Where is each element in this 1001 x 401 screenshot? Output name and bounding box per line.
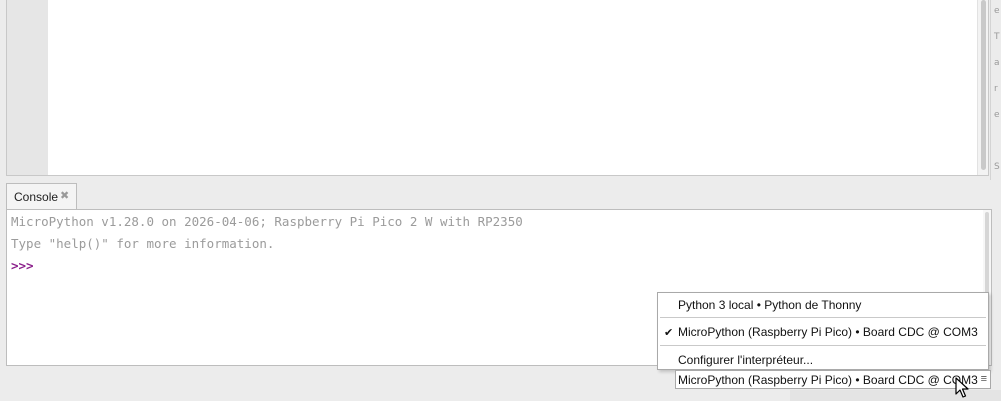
tab-console[interactable]: Console ✖ bbox=[6, 183, 78, 209]
side-panel-glyph: e bbox=[994, 6, 1000, 16]
console-prompt[interactable]: >>> bbox=[11, 258, 34, 273]
side-panel-glyph: T bbox=[994, 32, 1000, 42]
menu-item-label: Python 3 local • Python de Thonny bbox=[678, 298, 862, 312]
line-number-gutter bbox=[7, 0, 48, 175]
menu-separator bbox=[660, 345, 986, 346]
console-output-line: Type "help()" for more information. bbox=[11, 236, 275, 251]
status-bar-background bbox=[790, 390, 1001, 401]
side-panel-glyph: S bbox=[994, 162, 1000, 172]
checkmark-icon: ✔ bbox=[664, 326, 674, 339]
thonny-window: e T a r e S Console ✖ MicroPython v1.28.… bbox=[0, 0, 1001, 401]
interpreter-menu: Python 3 local • Python de Thonny ✔ Micr… bbox=[657, 292, 989, 370]
side-panel-glyph: e bbox=[994, 110, 1000, 120]
console-output-line: MicroPython v1.28.0 on 2026-04-06; Raspb… bbox=[11, 214, 523, 229]
editor-scrollbar[interactable] bbox=[977, 0, 988, 175]
close-icon[interactable]: ✖ bbox=[60, 191, 69, 202]
side-panel-edge: e T a r e S bbox=[990, 0, 1001, 180]
menu-item-configure-interpreter[interactable]: Configurer l'interpréteur... bbox=[658, 349, 988, 371]
menu-item-label: Configurer l'interpréteur... bbox=[678, 353, 814, 367]
editor-scrollbar-thumb[interactable] bbox=[981, 0, 986, 170]
code-editor[interactable] bbox=[6, 0, 989, 176]
menu-item-python3-local[interactable]: Python 3 local • Python de Thonny bbox=[658, 294, 988, 316]
hamburger-menu-icon[interactable]: ≡ bbox=[981, 373, 987, 385]
interpreter-selector[interactable]: MicroPython (Raspberry Pi Pico) • Board … bbox=[675, 370, 991, 389]
menu-item-micropython-pico[interactable]: ✔ MicroPython (Raspberry Pi Pico) • Boar… bbox=[658, 321, 988, 343]
menu-separator bbox=[660, 317, 986, 318]
menu-item-label: MicroPython (Raspberry Pi Pico) • Board … bbox=[678, 325, 978, 339]
side-panel-glyph: a bbox=[994, 58, 1000, 68]
side-panel-glyph: r bbox=[994, 84, 998, 94]
interpreter-selector-label: MicroPython (Raspberry Pi Pico) • Board … bbox=[678, 372, 978, 387]
tab-console-label: Console bbox=[14, 189, 59, 204]
mouse-pointer-icon bbox=[955, 377, 969, 398]
